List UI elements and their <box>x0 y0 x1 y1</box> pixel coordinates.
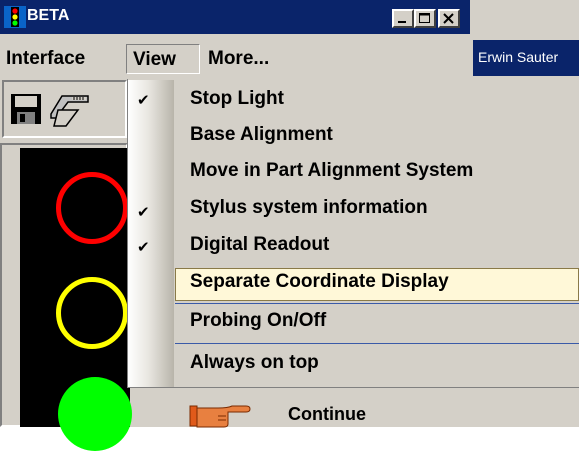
menu-separator <box>175 343 579 344</box>
menu-separator <box>175 303 579 304</box>
menu-item-always-on-top[interactable]: Always on top <box>190 352 319 374</box>
close-icon <box>443 13 454 24</box>
menu-item-separate-coordinate-display[interactable]: Separate Coordinate Display <box>190 271 449 293</box>
menu-item-move-in-part-alignment[interactable]: Move in Part Alignment System <box>190 160 473 182</box>
green-light-icon <box>58 377 132 451</box>
menu-gutter <box>128 80 174 387</box>
menu-item-digital-readout[interactable]: Digital Readout <box>190 234 329 256</box>
continue-button[interactable] <box>188 398 252 433</box>
window-title: BETA <box>27 7 70 24</box>
checkmark-icon: ✔ <box>137 239 150 256</box>
menu-more[interactable]: More... <box>208 44 269 74</box>
menu-item-probing-on-off[interactable]: Probing On/Off <box>190 310 326 332</box>
maximize-button[interactable] <box>414 9 436 28</box>
continue-label[interactable]: Continue <box>288 404 366 425</box>
stylus-button[interactable] <box>48 88 94 135</box>
stoplight-app-icon <box>4 6 26 28</box>
minimize-button[interactable] <box>392 9 414 28</box>
menu-item-stop-light[interactable]: Stop Light <box>190 88 284 110</box>
yellow-light-icon <box>56 277 128 349</box>
save-button[interactable] <box>10 93 42 130</box>
pointing-hand-icon <box>189 405 251 428</box>
red-light-icon <box>56 172 128 244</box>
menu-item-base-alignment[interactable]: Base Alignment <box>190 124 333 146</box>
menu-view[interactable]: View <box>126 44 200 74</box>
floppy-disk-icon <box>11 94 41 124</box>
stylus-probe-icon <box>50 95 89 127</box>
background-window-label: Erwin Sauter <box>478 49 559 65</box>
close-button[interactable] <box>438 9 460 28</box>
checkmark-icon: ✔ <box>137 92 150 109</box>
menu-item-stylus-system-info[interactable]: Stylus system information <box>190 197 428 219</box>
menu-interface[interactable]: Interface <box>6 44 85 74</box>
maximize-icon <box>419 13 430 23</box>
minimize-icon <box>398 21 406 23</box>
checkmark-icon: ✔ <box>137 204 150 221</box>
